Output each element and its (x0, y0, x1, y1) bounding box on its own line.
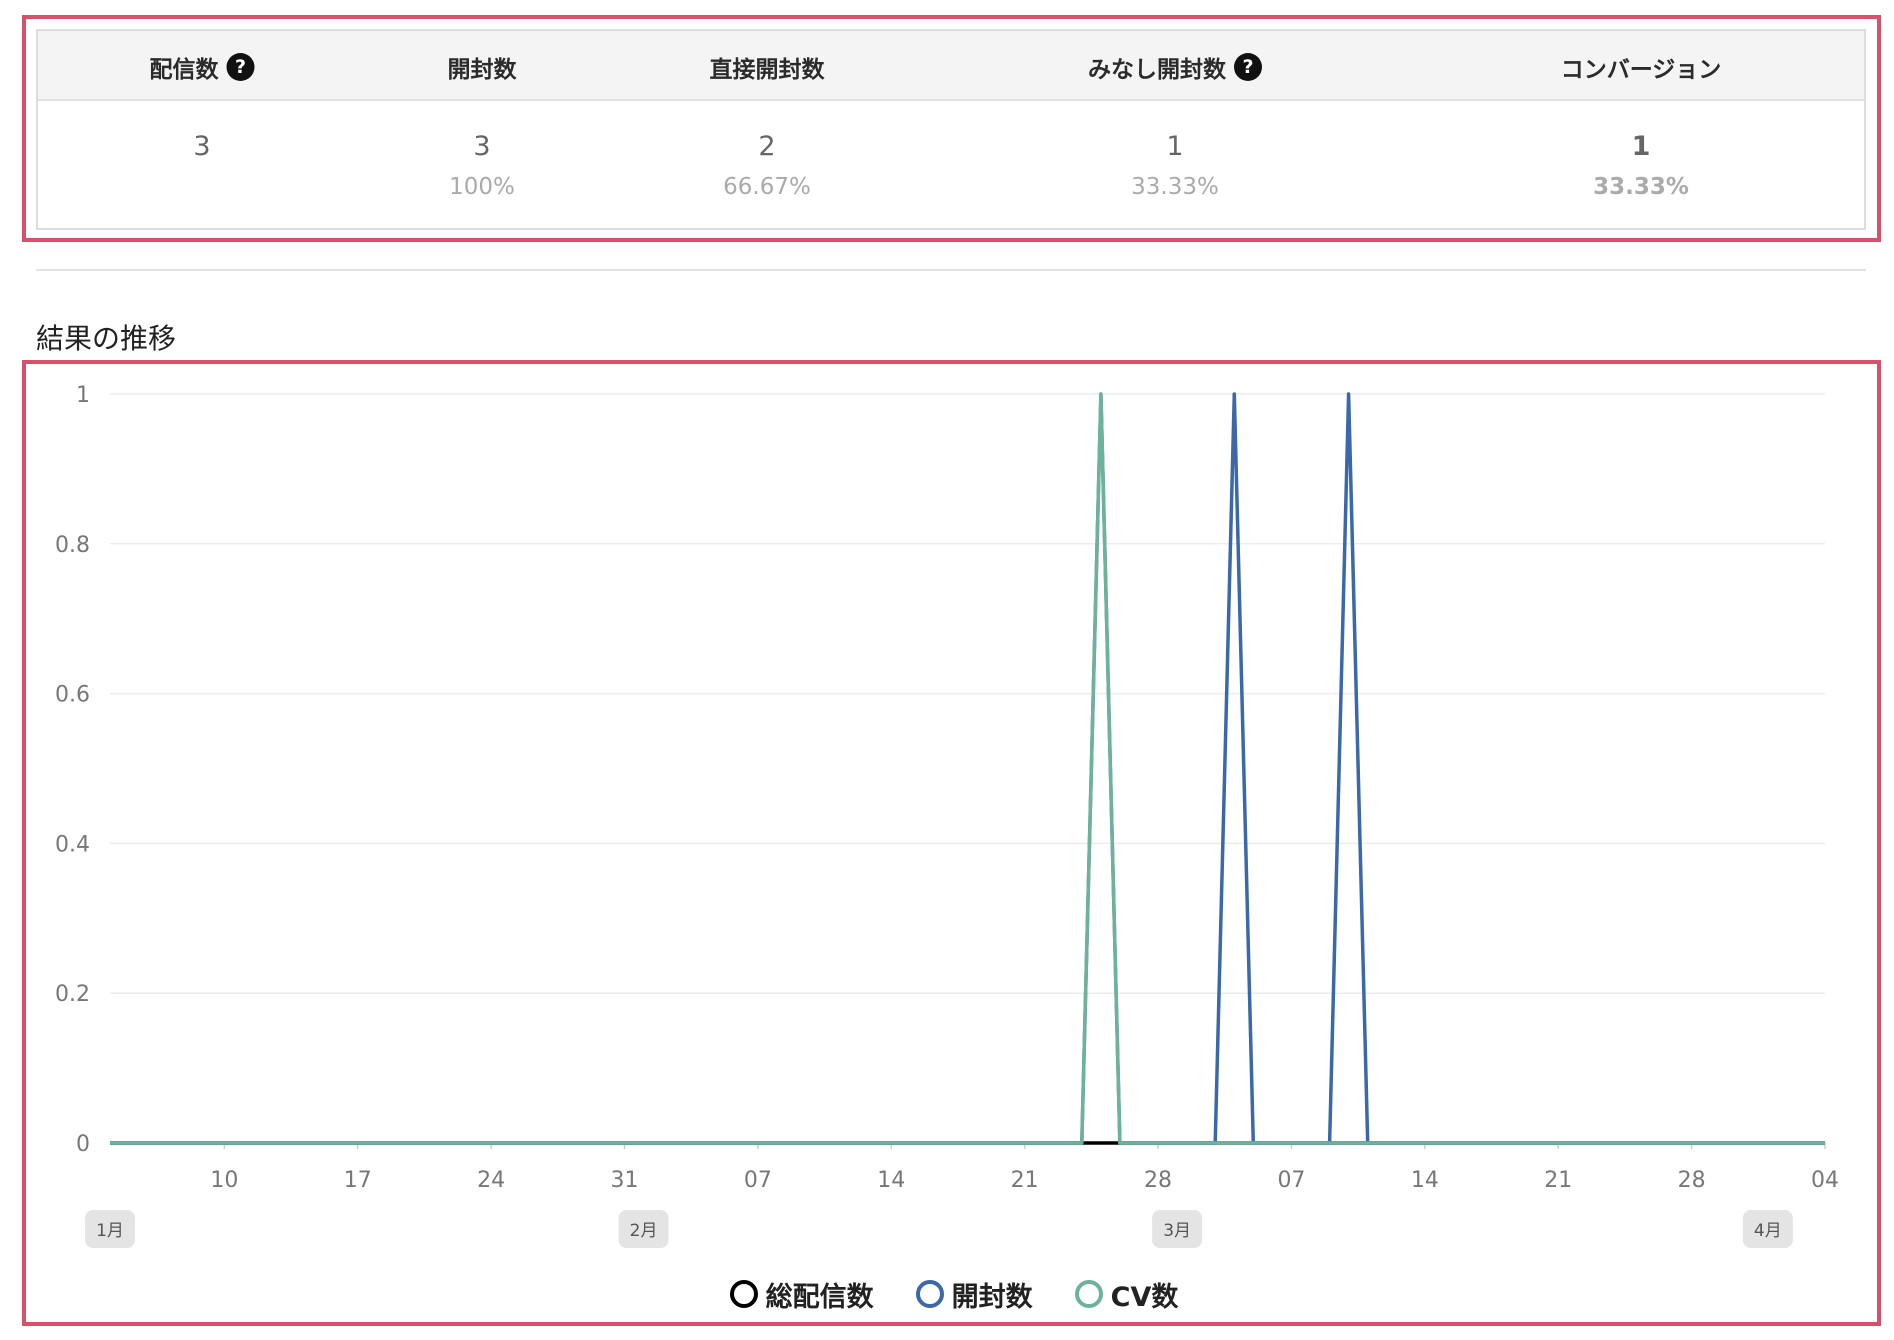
y-tick-label: 0.8 (55, 533, 90, 558)
y-tick-label: 0.2 (55, 982, 90, 1007)
x-tick-label: 31 (611, 1168, 639, 1193)
x-tick-label: 24 (477, 1168, 505, 1193)
legend-marker-icon (729, 1280, 758, 1308)
chart-legend: 総配信数 開封数 CV数 (0, 1276, 1894, 1313)
month-label: 2月 (630, 1221, 658, 1241)
legend-label: 開封数 (951, 1281, 1033, 1313)
y-tick-label: 0.6 (55, 683, 90, 708)
y-tick-label: 0 (76, 1132, 90, 1157)
x-tick-label: 28 (1678, 1168, 1706, 1193)
series-line-2 (110, 392, 1825, 1145)
legend-label: CV数 (1110, 1281, 1179, 1313)
legend-item[interactable]: CV数 (1074, 1276, 1179, 1313)
month-label: 1月 (96, 1221, 124, 1241)
month-label: 3月 (1163, 1221, 1191, 1241)
legend-marker-icon (1074, 1280, 1103, 1308)
series-line-1 (110, 392, 1825, 1145)
x-tick-label: 21 (1011, 1168, 1039, 1193)
legend-item[interactable]: 総配信数 (729, 1276, 874, 1313)
results-line-chart: 0 0.2 0.4 0.6 0.8 1 10 17 24 31 07 14 21 28 07 14 21 28 04… (55, 383, 1839, 1248)
x-tick-label: 07 (744, 1168, 772, 1193)
x-tick-label: 28 (1144, 1168, 1172, 1193)
y-tick-label: 1 (76, 383, 90, 408)
x-tick-label: 17 (344, 1168, 372, 1193)
x-tick-label: 10 (210, 1168, 238, 1193)
legend-item[interactable]: 開封数 (915, 1276, 1033, 1313)
x-tick-label: 14 (1411, 1168, 1439, 1193)
month-label: 4月 (1754, 1221, 1782, 1241)
x-tick-label: 21 (1544, 1168, 1572, 1193)
legend-label: 総配信数 (765, 1281, 874, 1313)
legend-marker-icon (915, 1280, 944, 1308)
x-tick-label: 07 (1277, 1168, 1305, 1193)
y-tick-label: 0.4 (55, 832, 90, 857)
x-tick-label: 04 (1811, 1168, 1839, 1193)
x-tick-label: 14 (877, 1168, 905, 1193)
